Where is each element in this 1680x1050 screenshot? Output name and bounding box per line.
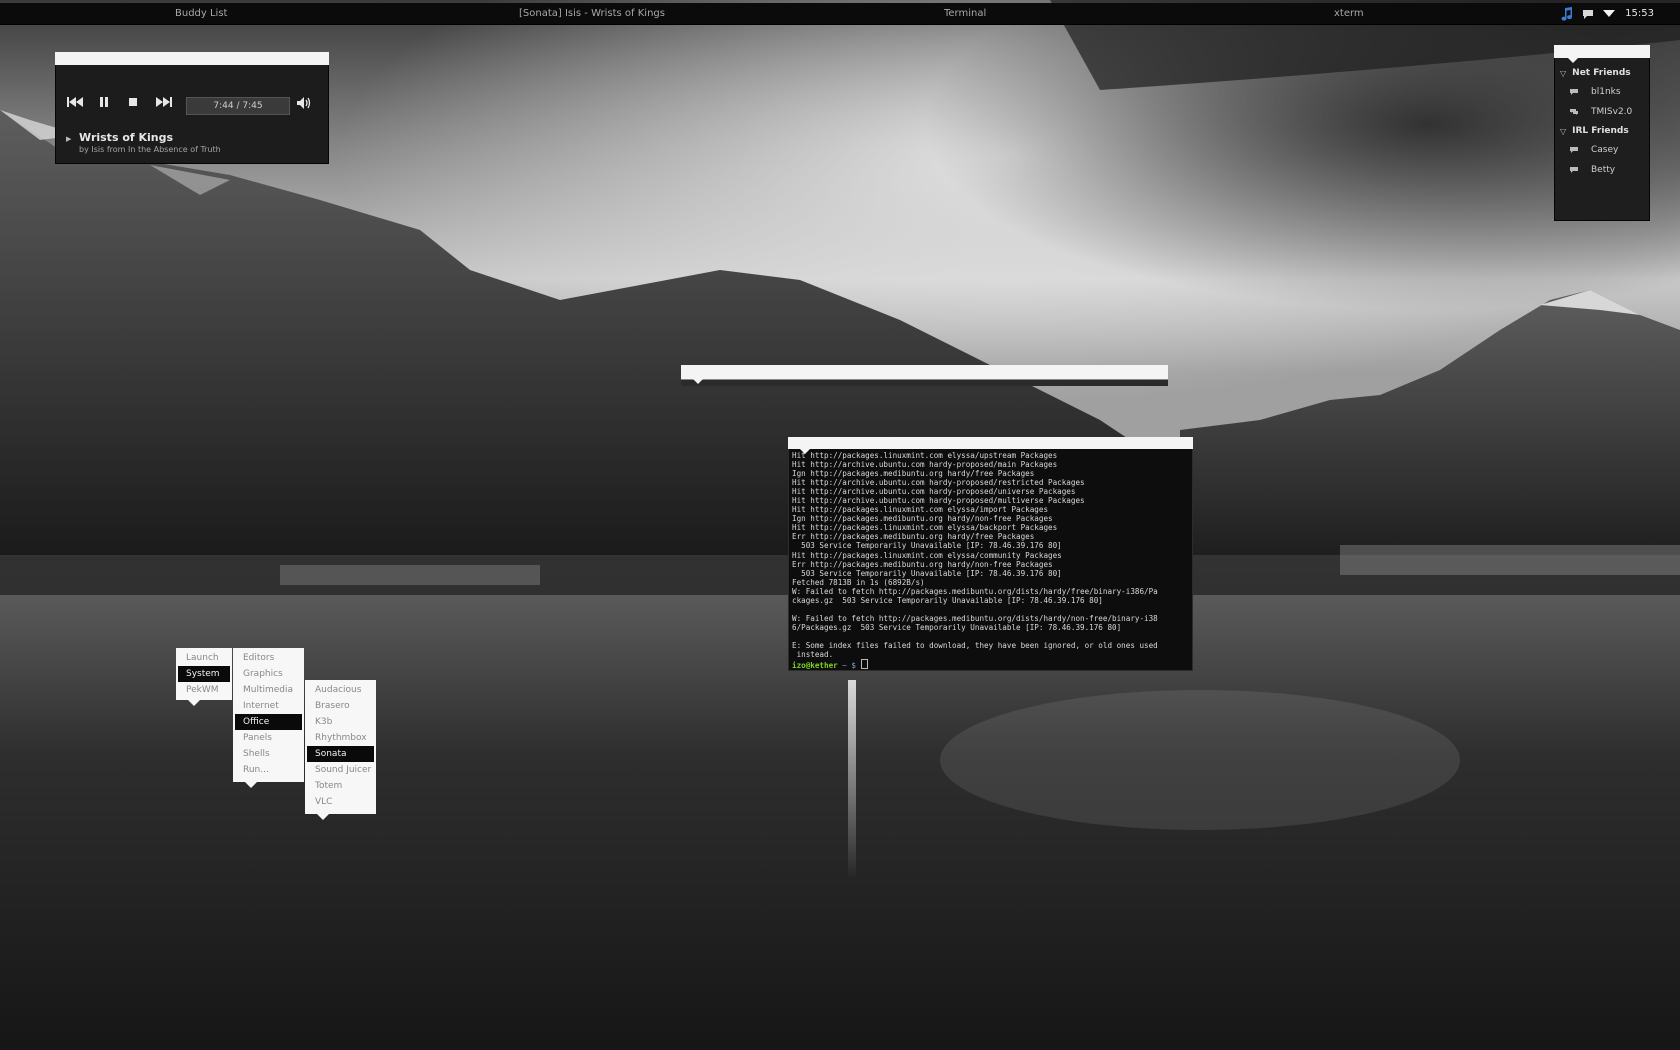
track-subtitle: by Isis from In the Absence of Truth (79, 145, 221, 154)
terminal-line: 6/Packages.gz 503 Service Temporarily Un… (792, 622, 1122, 632)
shaded-window (681, 365, 1168, 386)
terminal-line: Ign http://packages.medibuntu.org hardy/… (792, 514, 1053, 524)
chat-bubble-icon (1570, 89, 1578, 95)
system-menu-item[interactable]: Office (235, 714, 302, 730)
previous-icon[interactable] (66, 95, 84, 112)
terminal-line: Hit http://archive.ubuntu.com hardy-prop… (792, 487, 1076, 497)
group-label: Net Friends (1572, 68, 1631, 78)
group-net-friends[interactable]: ▽ Net Friends (1555, 64, 1649, 82)
group-irl-friends[interactable]: ▽ IRL Friends (1555, 122, 1649, 140)
next-icon[interactable] (155, 95, 173, 112)
chat-bubble-icon (1570, 167, 1578, 173)
office-submenu: Audacious Brasero K3b Rhythmbox Sonata Sound … (305, 680, 376, 820)
buddy-item[interactable]: Casey (1555, 140, 1649, 160)
clock[interactable]: 15:53 (1625, 8, 1654, 19)
office-menu-item[interactable]: Sonata (307, 746, 374, 762)
sonata-player-window: 7:44 / 7:45 ▶ Wrists of Kings by Isis fr… (55, 52, 329, 164)
player-body: 7:44 / 7:45 ▶ Wrists of Kings by Isis fr… (55, 65, 329, 164)
terminal-line: instead. (792, 650, 834, 660)
music-note-icon[interactable] (1559, 6, 1575, 22)
chat-bubble-icon (1570, 147, 1578, 153)
office-menu-item[interactable]: Totem (307, 778, 374, 794)
launch-menu-item[interactable]: Launch (178, 650, 230, 666)
chat-bubbles-icon (1570, 109, 1578, 115)
window-shade (681, 379, 1168, 386)
prompt-path: ~ $ (837, 661, 857, 671)
terminal-line: W: Failed to fetch http://packages.medib… (792, 613, 1158, 623)
terminal-output[interactable]: Hit http://packages.linuxmint.com elyssa… (788, 449, 1193, 671)
panel-pointer-icon (1603, 9, 1616, 17)
terminal-line: W: Failed to fetch http://packages.medib… (792, 586, 1158, 596)
terminal-line: Hit http://packages.linuxmint.com elyssa… (792, 550, 1062, 560)
terminal-line: Hit http://packages.linuxmint.com elyssa… (792, 505, 1049, 515)
buddy-name: bl1nks (1591, 87, 1621, 97)
terminal-line: ckages.gz 503 Service Temporarily Unavai… (792, 595, 1103, 605)
launch-root-menu: Launch System PekWM (176, 648, 232, 706)
system-submenu: Editors Graphics Multimedia Internet Office P… (233, 648, 304, 788)
task-buddy-list[interactable]: Buddy List (175, 3, 227, 24)
collapse-arrow-icon[interactable]: ▽ (1560, 69, 1566, 78)
terminal-window: Hit http://packages.linuxmint.com elyssa… (788, 437, 1193, 671)
office-menu-item[interactable]: VLC (307, 794, 374, 810)
buddy-list-window: ▽ Net Friends bl1nks TMISv2.0 ▽ IRL Frie… (1554, 45, 1650, 221)
office-menu-item[interactable]: Audacious (307, 682, 374, 698)
progress-bar[interactable]: 7:44 / 7:45 (186, 97, 290, 115)
pause-icon[interactable] (98, 95, 110, 112)
launch-menu-item[interactable]: System (178, 666, 230, 682)
terminal-line: Err http://packages.medibuntu.org hardy/… (792, 532, 1035, 542)
terminal-line: Hit http://archive.ubuntu.com hardy-prop… (792, 478, 1085, 488)
collapse-arrow-icon[interactable]: ▽ (1560, 127, 1566, 136)
terminal-line: E: Some index files failed to download, … (792, 640, 1158, 650)
system-menu-item[interactable]: Panels (235, 730, 302, 746)
buddy-name: Betty (1591, 165, 1616, 175)
buddy-item[interactable]: Betty (1555, 160, 1649, 180)
terminal-line: Hit http://archive.ubuntu.com hardy-prop… (792, 496, 1085, 506)
system-menu-item[interactable]: Shells (235, 746, 302, 762)
office-menu-item[interactable]: K3b (307, 714, 374, 730)
terminal-line: Hit http://packages.linuxmint.com elyssa… (792, 523, 1058, 533)
top-panel: Buddy List [Sonata] Isis - Wrists of Kin… (0, 3, 1680, 25)
window-titlebar[interactable] (55, 52, 329, 70)
terminal-line: 503 Service Temporarily Unavailable [IP:… (792, 541, 1062, 551)
text-cursor (860, 659, 868, 670)
buddy-name: TMISv2.0 (1591, 107, 1633, 117)
buddy-list-body: ▽ Net Friends bl1nks TMISv2.0 ▽ IRL Frie… (1554, 58, 1650, 221)
track-title: Wrists of Kings (79, 131, 174, 144)
office-menu-item[interactable]: Sound Juicer (307, 762, 374, 778)
terminal-line: Fetched 7813B in 1s (6892B/s) (792, 577, 925, 587)
prompt-user: izo@kether (792, 661, 838, 671)
buddy-item[interactable]: TMISv2.0 (1555, 102, 1649, 122)
office-menu-item[interactable]: Brasero (307, 698, 374, 714)
system-menu-item[interactable]: Internet (235, 698, 302, 714)
volume-icon[interactable] (295, 95, 313, 114)
system-menu-item[interactable]: Graphics (235, 666, 302, 682)
buddy-name: Casey (1591, 145, 1619, 155)
terminal-line: Hit http://packages.linuxmint.com elyssa… (792, 451, 1058, 460)
chat-bubble-icon[interactable] (1581, 7, 1595, 21)
office-menu-item[interactable]: Rhythmbox (307, 730, 374, 746)
system-menu-item[interactable]: Multimedia (235, 682, 302, 698)
stop-icon[interactable] (127, 95, 139, 112)
terminal-line: Hit http://archive.ubuntu.com hardy-prop… (792, 460, 1058, 470)
terminal-prompt[interactable]: izo@kether ~ $ (792, 659, 1189, 670)
buddy-item[interactable]: bl1nks (1555, 82, 1649, 102)
system-menu-item[interactable]: Editors (235, 650, 302, 666)
task-sonata[interactable]: [Sonata] Isis - Wrists of Kings (519, 3, 665, 24)
terminal-line: 503 Service Temporarily Unavailable [IP:… (792, 568, 1062, 578)
system-menu-item[interactable]: Run... (235, 762, 302, 778)
window-titlebar[interactable] (681, 365, 1168, 384)
window-titlebar[interactable] (788, 437, 1193, 454)
terminal-line: Ign http://packages.medibuntu.org hardy/… (792, 469, 1035, 479)
terminal-line: Err http://packages.medibuntu.org hardy/… (792, 559, 1053, 569)
group-label: IRL Friends (1572, 126, 1629, 136)
task-terminal[interactable]: Terminal (944, 3, 986, 24)
window-titlebar[interactable] (1554, 45, 1650, 63)
expander-arrow-icon[interactable]: ▶ (66, 135, 71, 143)
task-xterm[interactable]: xterm (1334, 3, 1364, 24)
system-tray: 15:53 (1559, 3, 1680, 24)
launch-menu-item[interactable]: PekWM (178, 682, 230, 698)
